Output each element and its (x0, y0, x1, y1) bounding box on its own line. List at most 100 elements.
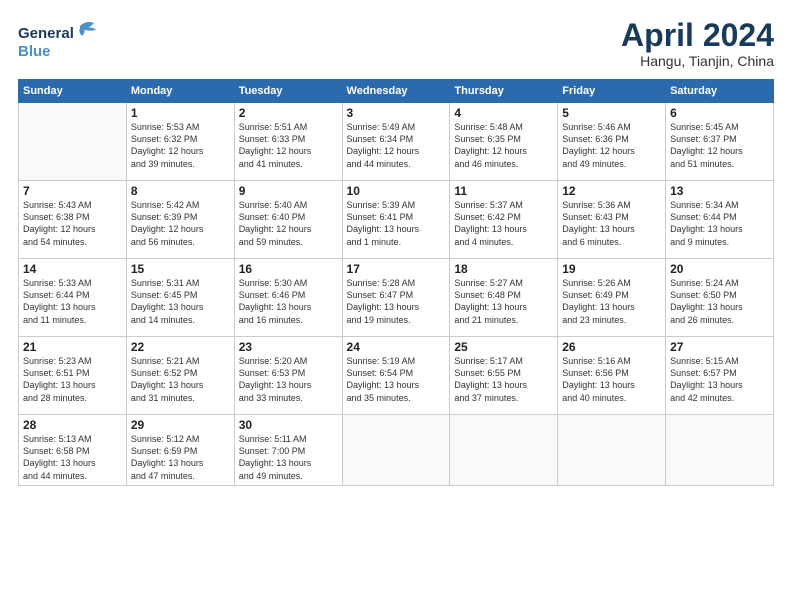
day-number: 14 (23, 262, 122, 276)
day-number: 24 (347, 340, 446, 354)
day-number: 23 (239, 340, 338, 354)
table-row: 29Sunrise: 5:12 AMSunset: 6:59 PMDayligh… (126, 415, 234, 486)
day-number: 10 (347, 184, 446, 198)
day-number: 2 (239, 106, 338, 120)
table-row: 21Sunrise: 5:23 AMSunset: 6:51 PMDayligh… (19, 337, 127, 415)
col-thursday: Thursday (450, 80, 558, 103)
day-info: Sunrise: 5:34 AMSunset: 6:44 PMDaylight:… (670, 199, 769, 248)
table-row: 22Sunrise: 5:21 AMSunset: 6:52 PMDayligh… (126, 337, 234, 415)
day-info: Sunrise: 5:48 AMSunset: 6:35 PMDaylight:… (454, 121, 553, 170)
table-row: 9Sunrise: 5:40 AMSunset: 6:40 PMDaylight… (234, 181, 342, 259)
table-row: 5Sunrise: 5:46 AMSunset: 6:36 PMDaylight… (558, 103, 666, 181)
day-info: Sunrise: 5:30 AMSunset: 6:46 PMDaylight:… (239, 277, 338, 326)
day-number: 5 (562, 106, 661, 120)
day-number: 6 (670, 106, 769, 120)
location: Hangu, Tianjin, China (621, 53, 774, 69)
col-monday: Monday (126, 80, 234, 103)
table-row: 10Sunrise: 5:39 AMSunset: 6:41 PMDayligh… (342, 181, 450, 259)
day-info: Sunrise: 5:17 AMSunset: 6:55 PMDaylight:… (454, 355, 553, 404)
day-info: Sunrise: 5:45 AMSunset: 6:37 PMDaylight:… (670, 121, 769, 170)
day-number: 27 (670, 340, 769, 354)
calendar-week-row: 1Sunrise: 5:53 AMSunset: 6:32 PMDaylight… (19, 103, 774, 181)
day-info: Sunrise: 5:27 AMSunset: 6:48 PMDaylight:… (454, 277, 553, 326)
day-info: Sunrise: 5:49 AMSunset: 6:34 PMDaylight:… (347, 121, 446, 170)
day-info: Sunrise: 5:53 AMSunset: 6:32 PMDaylight:… (131, 121, 230, 170)
table-row: 12Sunrise: 5:36 AMSunset: 6:43 PMDayligh… (558, 181, 666, 259)
calendar-week-row: 21Sunrise: 5:23 AMSunset: 6:51 PMDayligh… (19, 337, 774, 415)
page: General Blue April 2024 Hangu, Tianjin, … (0, 0, 792, 612)
logo: General Blue (18, 18, 108, 62)
day-number: 11 (454, 184, 553, 198)
table-row (666, 415, 774, 486)
table-row: 27Sunrise: 5:15 AMSunset: 6:57 PMDayligh… (666, 337, 774, 415)
col-tuesday: Tuesday (234, 80, 342, 103)
day-number: 25 (454, 340, 553, 354)
day-info: Sunrise: 5:13 AMSunset: 6:58 PMDaylight:… (23, 433, 122, 482)
table-row: 28Sunrise: 5:13 AMSunset: 6:58 PMDayligh… (19, 415, 127, 486)
day-number: 13 (670, 184, 769, 198)
day-info: Sunrise: 5:24 AMSunset: 6:50 PMDaylight:… (670, 277, 769, 326)
day-number: 20 (670, 262, 769, 276)
day-number: 12 (562, 184, 661, 198)
table-row: 6Sunrise: 5:45 AMSunset: 6:37 PMDaylight… (666, 103, 774, 181)
day-number: 7 (23, 184, 122, 198)
table-row: 25Sunrise: 5:17 AMSunset: 6:55 PMDayligh… (450, 337, 558, 415)
table-row (19, 103, 127, 181)
day-info: Sunrise: 5:15 AMSunset: 6:57 PMDaylight:… (670, 355, 769, 404)
day-info: Sunrise: 5:16 AMSunset: 6:56 PMDaylight:… (562, 355, 661, 404)
day-info: Sunrise: 5:19 AMSunset: 6:54 PMDaylight:… (347, 355, 446, 404)
table-row: 19Sunrise: 5:26 AMSunset: 6:49 PMDayligh… (558, 259, 666, 337)
table-row: 1Sunrise: 5:53 AMSunset: 6:32 PMDaylight… (126, 103, 234, 181)
day-number: 9 (239, 184, 338, 198)
col-wednesday: Wednesday (342, 80, 450, 103)
table-row: 11Sunrise: 5:37 AMSunset: 6:42 PMDayligh… (450, 181, 558, 259)
table-row: 18Sunrise: 5:27 AMSunset: 6:48 PMDayligh… (450, 259, 558, 337)
table-row: 2Sunrise: 5:51 AMSunset: 6:33 PMDaylight… (234, 103, 342, 181)
table-row (558, 415, 666, 486)
day-info: Sunrise: 5:36 AMSunset: 6:43 PMDaylight:… (562, 199, 661, 248)
calendar-week-row: 28Sunrise: 5:13 AMSunset: 6:58 PMDayligh… (19, 415, 774, 486)
day-number: 22 (131, 340, 230, 354)
day-info: Sunrise: 5:51 AMSunset: 6:33 PMDaylight:… (239, 121, 338, 170)
day-number: 4 (454, 106, 553, 120)
header: General Blue April 2024 Hangu, Tianjin, … (18, 18, 774, 69)
day-info: Sunrise: 5:21 AMSunset: 6:52 PMDaylight:… (131, 355, 230, 404)
day-number: 17 (347, 262, 446, 276)
day-info: Sunrise: 5:42 AMSunset: 6:39 PMDaylight:… (131, 199, 230, 248)
col-saturday: Saturday (666, 80, 774, 103)
day-number: 19 (562, 262, 661, 276)
day-info: Sunrise: 5:39 AMSunset: 6:41 PMDaylight:… (347, 199, 446, 248)
table-row (450, 415, 558, 486)
table-row: 23Sunrise: 5:20 AMSunset: 6:53 PMDayligh… (234, 337, 342, 415)
day-number: 29 (131, 418, 230, 432)
month-title: April 2024 (621, 18, 774, 53)
day-number: 18 (454, 262, 553, 276)
table-row: 13Sunrise: 5:34 AMSunset: 6:44 PMDayligh… (666, 181, 774, 259)
table-row: 24Sunrise: 5:19 AMSunset: 6:54 PMDayligh… (342, 337, 450, 415)
table-row: 15Sunrise: 5:31 AMSunset: 6:45 PMDayligh… (126, 259, 234, 337)
day-number: 3 (347, 106, 446, 120)
calendar-header-row: Sunday Monday Tuesday Wednesday Thursday… (19, 80, 774, 103)
day-number: 8 (131, 184, 230, 198)
day-number: 30 (239, 418, 338, 432)
title-section: April 2024 Hangu, Tianjin, China (621, 18, 774, 69)
table-row: 17Sunrise: 5:28 AMSunset: 6:47 PMDayligh… (342, 259, 450, 337)
day-number: 21 (23, 340, 122, 354)
day-info: Sunrise: 5:43 AMSunset: 6:38 PMDaylight:… (23, 199, 122, 248)
day-info: Sunrise: 5:33 AMSunset: 6:44 PMDaylight:… (23, 277, 122, 326)
table-row (342, 415, 450, 486)
table-row: 4Sunrise: 5:48 AMSunset: 6:35 PMDaylight… (450, 103, 558, 181)
day-number: 16 (239, 262, 338, 276)
day-info: Sunrise: 5:20 AMSunset: 6:53 PMDaylight:… (239, 355, 338, 404)
table-row: 8Sunrise: 5:42 AMSunset: 6:39 PMDaylight… (126, 181, 234, 259)
day-info: Sunrise: 5:11 AMSunset: 7:00 PMDaylight:… (239, 433, 338, 482)
col-friday: Friday (558, 80, 666, 103)
table-row: 14Sunrise: 5:33 AMSunset: 6:44 PMDayligh… (19, 259, 127, 337)
day-info: Sunrise: 5:46 AMSunset: 6:36 PMDaylight:… (562, 121, 661, 170)
day-info: Sunrise: 5:23 AMSunset: 6:51 PMDaylight:… (23, 355, 122, 404)
day-number: 26 (562, 340, 661, 354)
svg-text:Blue: Blue (18, 43, 51, 60)
table-row: 16Sunrise: 5:30 AMSunset: 6:46 PMDayligh… (234, 259, 342, 337)
calendar-table: Sunday Monday Tuesday Wednesday Thursday… (18, 79, 774, 486)
col-sunday: Sunday (19, 80, 127, 103)
